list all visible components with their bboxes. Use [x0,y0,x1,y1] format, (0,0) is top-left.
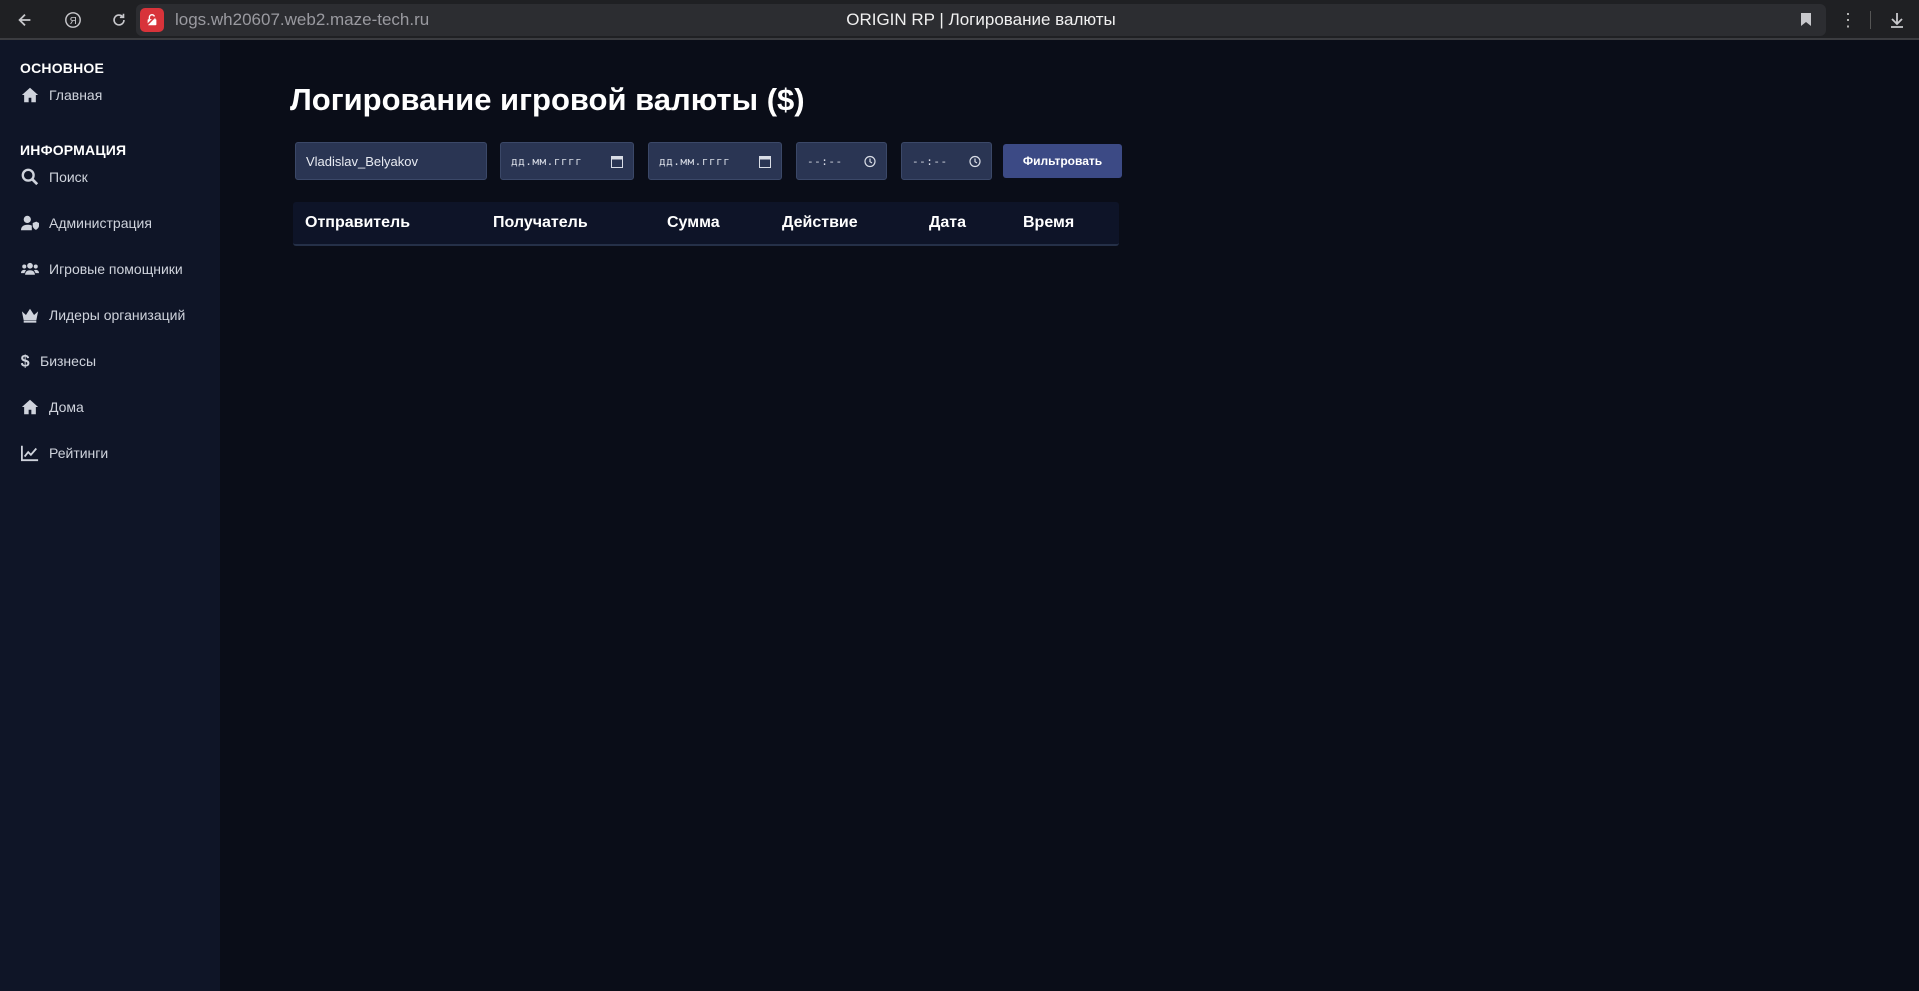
dollar-icon: $ [20,352,32,370]
sidebar-item-search[interactable]: Поиск [20,168,88,186]
download-icon[interactable] [1887,10,1907,30]
users-icon [20,260,40,278]
time-from-input[interactable]: --:-- [796,142,887,180]
clock-icon[interactable] [864,155,876,168]
reload-icon[interactable] [108,9,130,31]
column-header-time[interactable]: Время [1023,214,1074,232]
clock-icon[interactable] [969,155,981,168]
crown-icon [20,306,40,324]
browser-toolbar: Я logs.wh20607.web2.maze-tech.ru ORIGIN … [0,0,1919,40]
nickname-input[interactable]: Vladislav_Belyakov [295,142,487,180]
user-shield-icon [20,214,40,232]
sidebar-item-businesses[interactable]: $ Бизнесы [20,352,96,370]
time-from-placeholder: --:-- [807,154,843,168]
search-icon [20,168,40,186]
home-icon [20,86,40,104]
sidebar: ОСНОВНОЕ Главная ИНФОРМАЦИЯ Поиск Админи… [0,40,220,991]
sidebar-item-org-leaders[interactable]: Лидеры организаций [20,306,185,324]
sidebar-item-label: Игровые помощники [49,261,183,277]
date-to-placeholder: дд.мм.гггг [659,154,731,168]
sidebar-item-label: Поиск [49,169,88,185]
currency-log-table: Отправитель Получатель Сумма Действие Да… [293,202,1119,246]
nickname-value: Vladislav_Belyakov [306,153,419,169]
toolbar-divider [1870,11,1871,29]
sidebar-section-main: ОСНОВНОЕ [20,60,105,76]
yandex-icon[interactable]: Я [62,9,84,31]
sidebar-item-label: Администрация [49,215,152,231]
home-icon [20,398,40,416]
svg-text:$: $ [21,352,30,370]
sidebar-item-houses[interactable]: Дома [20,398,84,416]
sidebar-item-home[interactable]: Главная [20,86,102,104]
bookmark-icon[interactable] [1800,12,1812,27]
site-security-icon[interactable] [140,8,164,32]
main-content: Логирование игровой валюты ($) Vladislav… [220,40,1919,991]
column-header-receiver[interactable]: Получатель [493,214,588,232]
sidebar-item-label: Бизнесы [40,353,97,369]
sidebar-item-label: Главная [49,87,103,103]
menu-icon[interactable]: ⋮ [1836,10,1860,31]
filter-button[interactable]: Фильтровать [1003,144,1122,178]
sidebar-item-label: Рейтинги [49,445,109,461]
time-to-placeholder: --:-- [912,154,948,168]
column-header-sender[interactable]: Отправитель [305,214,410,232]
back-icon[interactable] [14,9,36,31]
chart-line-icon [20,444,40,462]
page-title: Логирование игровой валюты ($) [290,82,805,117]
sidebar-section-info: ИНФОРМАЦИЯ [20,142,127,158]
svg-text:Я: Я [70,16,77,27]
address-bar[interactable]: logs.wh20607.web2.maze-tech.ru ORIGIN RP… [136,4,1826,36]
calendar-icon[interactable] [759,155,771,168]
column-header-amount[interactable]: Сумма [667,214,720,232]
url-text[interactable]: logs.wh20607.web2.maze-tech.ru [175,10,429,30]
sidebar-item-ratings[interactable]: Рейтинги [20,444,108,462]
sidebar-item-administration[interactable]: Администрация [20,214,152,232]
date-to-input[interactable]: дд.мм.гггг [648,142,782,180]
time-to-input[interactable]: --:-- [901,142,992,180]
sidebar-item-label: Дома [49,399,84,415]
date-from-input[interactable]: дд.мм.гггг [500,142,634,180]
calendar-icon[interactable] [611,155,623,168]
sidebar-item-label: Лидеры организаций [49,307,186,323]
date-from-placeholder: дд.мм.гггг [511,154,583,168]
column-header-date[interactable]: Дата [929,214,966,232]
column-header-action[interactable]: Действие [782,214,858,232]
sidebar-item-game-helpers[interactable]: Игровые помощники [20,260,183,278]
